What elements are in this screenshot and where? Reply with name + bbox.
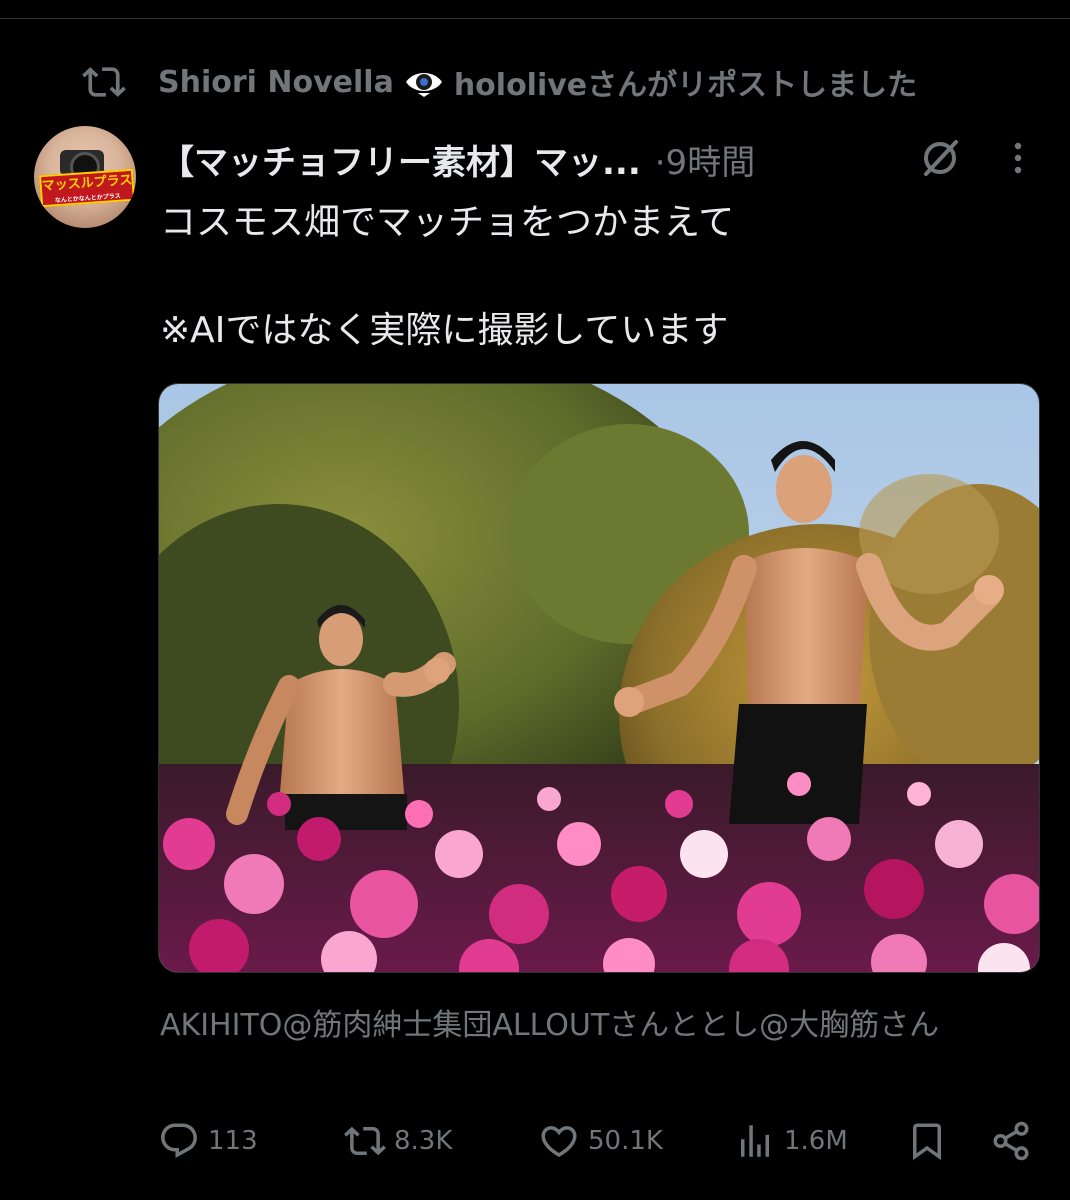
repost-icon — [344, 1126, 386, 1156]
avatar-logo-subtext: なんとかなんとかプラス — [54, 192, 121, 205]
photo-caption: AKIHITO@筋肉紳士集団ALLOUTさんととし@大胸筋さん — [160, 1008, 940, 1043]
top-divider — [0, 18, 1070, 19]
share-button[interactable] — [990, 1116, 1040, 1166]
bookmark-button[interactable] — [906, 1116, 956, 1166]
repost-source: hololiveさんがリポストしました — [453, 68, 918, 103]
heart-icon — [541, 1126, 577, 1158]
eye-icon — [405, 73, 442, 97]
post-photo[interactable] — [158, 383, 1040, 973]
avatar-logo-text: マッスルプラス — [41, 172, 133, 195]
analytics-icon — [741, 1125, 769, 1157]
reply-button[interactable]: 113 — [158, 1116, 258, 1166]
repost-icon — [82, 67, 126, 97]
repost-user-name[interactable]: Shiori Novella — [158, 65, 394, 100]
post-timestamp[interactable]: ·9時間 — [655, 135, 755, 184]
more-options-icon[interactable] — [1004, 136, 1032, 180]
avatar-logo: マッスルプラス なんとかなんとかプラス — [38, 168, 136, 208]
repost-count: 8.3K — [394, 1126, 453, 1156]
share-icon — [993, 1121, 1029, 1161]
post-header: 【マッチョフリー素材】マッ... ·9時間 — [160, 134, 755, 184]
action-bar: 113 8.3K 50.1K 1.6M — [158, 1116, 1038, 1166]
like-button[interactable]: 50.1K — [538, 1116, 663, 1166]
avatar[interactable]: マッスルプラス なんとかなんとかプラス — [34, 126, 136, 228]
display-name[interactable]: 【マッチョフリー素材】マッ... — [160, 135, 641, 184]
views-button[interactable]: 1.6M — [734, 1116, 848, 1166]
post-text: コスモス畑でマッチョをつかまえて ※AIではなく実際に撮影しています — [160, 196, 1040, 358]
reply-icon — [161, 1123, 197, 1158]
reply-count: 113 — [208, 1126, 258, 1156]
bookmark-icon — [913, 1123, 941, 1161]
view-count: 1.6M — [784, 1126, 848, 1156]
like-count: 50.1K — [588, 1126, 663, 1156]
post-text-line: コスモス畑でマッチョをつかまえて — [160, 202, 735, 243]
grok-icon[interactable] — [918, 136, 962, 180]
post-text-line: ※AIではなく実際に撮影しています — [160, 310, 729, 351]
repost-context[interactable]: Shiori Novella hololiveさんがリポストしました — [82, 60, 917, 104]
repost-button[interactable]: 8.3K — [344, 1116, 452, 1166]
photo-illustration — [159, 384, 1039, 972]
